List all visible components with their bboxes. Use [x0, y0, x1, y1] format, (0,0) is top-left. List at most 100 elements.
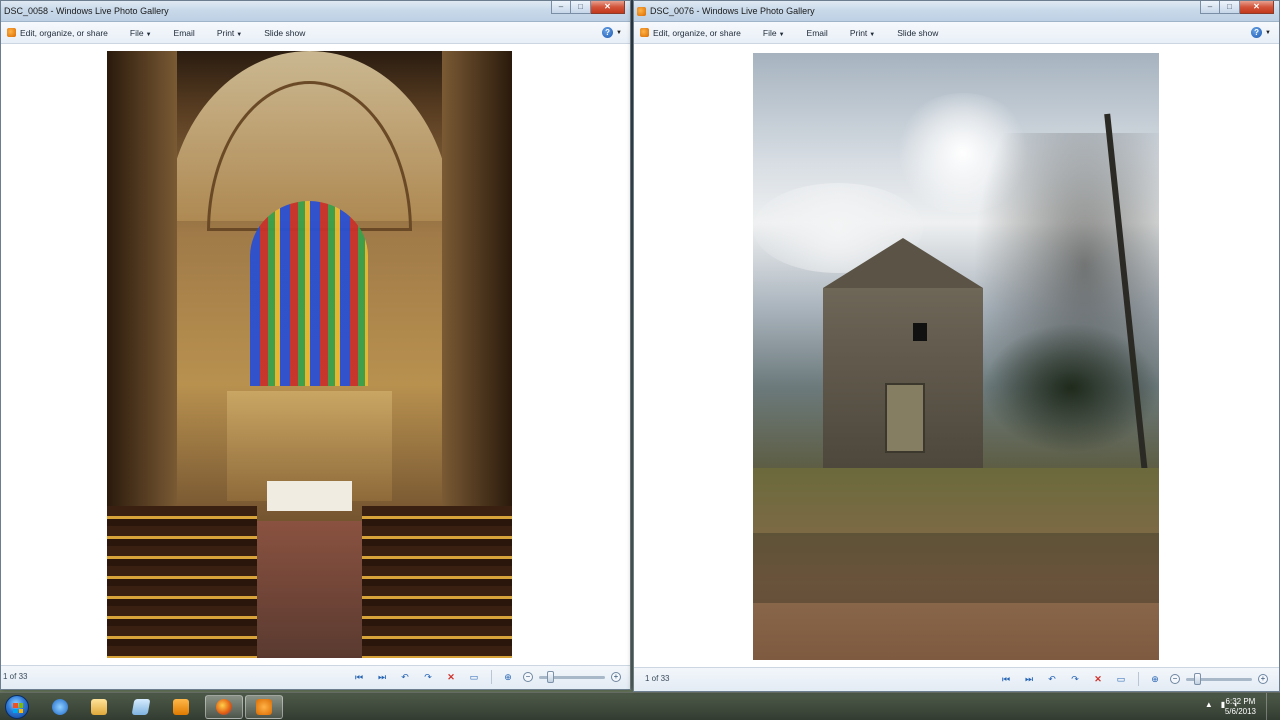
menu-file-label: File — [762, 27, 777, 38]
page-count: 1 of 33 — [3, 672, 28, 681]
command-bar: Edit, organize, or share File ▼ Email Pri… — [634, 22, 1279, 44]
menu-file-label: File — [129, 27, 144, 38]
rotate-left-button[interactable]: ↶ — [1044, 672, 1060, 686]
windows-explorer-icon — [91, 699, 107, 715]
taskbar: ▲ ▮ ◖ 6:32 PM 5/6/2013 — [0, 692, 1280, 720]
photo-gallery-window-1[interactable]: DSC_0058 - Windows Live Photo Gallery – … — [0, 0, 631, 690]
photo-gallery-window-2[interactable]: DSC_0076 - Windows Live Photo Gallery – … — [633, 0, 1280, 692]
maximize-button[interactable]: □ — [1220, 1, 1240, 14]
taskbar-notepad[interactable] — [122, 695, 160, 719]
command-bar: Edit, organize, or share File ▼ Email Pri… — [1, 22, 630, 44]
zoom-out-button[interactable]: − — [523, 672, 533, 682]
previous-button[interactable]: ⏮ — [351, 670, 367, 684]
taskbar-firefox[interactable] — [205, 695, 243, 719]
next-button[interactable]: ⏭ — [1021, 672, 1037, 686]
clock[interactable]: 6:32 PM 5/6/2013 — [1225, 697, 1256, 717]
minimize-button[interactable]: – — [1200, 1, 1220, 14]
chevron-down-icon: ▼ — [778, 31, 785, 38]
actual-size-button[interactable]: ⊕ — [500, 670, 516, 684]
fit-icon: ⊕ — [1151, 673, 1159, 684]
menu-print-label: Print — [849, 27, 868, 38]
menu-print-label: Print — [216, 27, 235, 38]
actual-size-button[interactable]: ⊕ — [1147, 672, 1163, 686]
taskbar-internet-explorer[interactable] — [41, 695, 79, 719]
delete-icon: ✕ — [1094, 673, 1102, 684]
close-button[interactable]: ✕ — [591, 1, 625, 14]
zoom-slider[interactable] — [1186, 672, 1252, 685]
photo-viewer — [634, 44, 1279, 667]
title-bar[interactable]: DSC_0076 - Windows Live Photo Gallery – … — [634, 1, 1279, 22]
title-bar[interactable]: DSC_0058 - Windows Live Photo Gallery – … — [1, 1, 630, 22]
rotate-left-icon: ↶ — [401, 671, 409, 682]
close-button[interactable]: ✕ — [1240, 1, 1274, 14]
slideshow-button[interactable]: ▭ — [466, 670, 482, 684]
photo-gallery-icon — [7, 28, 16, 37]
chevron-down-icon: ▼ — [1265, 29, 1271, 36]
taskbar-photo-gallery[interactable] — [245, 695, 283, 719]
navigation-bar: 1 of 33 ⏮ ⏭ ↶ ↷ ✕ ▭ ⊕ − + — [1, 665, 630, 689]
next-icon: ⏭ — [1024, 673, 1034, 684]
zoom-slider[interactable] — [539, 670, 605, 683]
zoom-slider-thumb[interactable] — [547, 670, 554, 683]
media-player-icon — [173, 699, 189, 715]
window-title: DSC_0058 - Windows Live Photo Gallery — [4, 6, 169, 16]
notepad-icon — [131, 699, 151, 715]
chevron-down-icon: ▼ — [616, 29, 622, 36]
help-icon: ? — [602, 27, 614, 38]
zoom-in-button[interactable]: + — [1258, 674, 1268, 684]
menu-file[interactable]: File ▼ — [763, 28, 785, 38]
internet-explorer-icon — [52, 699, 68, 715]
photo-abandoned-barn — [753, 53, 1159, 660]
chevron-down-icon: ▼ — [236, 31, 243, 38]
divider — [491, 670, 492, 684]
menu-slide-show[interactable]: Slide show — [264, 28, 305, 38]
maximize-button[interactable]: □ — [571, 1, 591, 14]
window-title: DSC_0076 - Windows Live Photo Gallery — [650, 6, 815, 16]
menu-print[interactable]: Print ▼ — [850, 28, 875, 38]
photo-gallery-icon — [637, 7, 646, 16]
menu-slide-show[interactable]: Slide show — [897, 28, 938, 38]
start-button[interactable] — [5, 695, 29, 719]
delete-icon: ✕ — [447, 671, 455, 682]
taskbar-media-player[interactable] — [162, 695, 200, 719]
previous-icon: ⏮ — [354, 671, 364, 682]
help-button[interactable]: ? ▼ — [602, 27, 622, 38]
photo-gallery-icon — [256, 699, 272, 715]
menu-edit-organize-share[interactable]: Edit, organize, or share — [20, 28, 108, 38]
menu-edit-organize-share[interactable]: Edit, organize, or share — [653, 28, 741, 38]
delete-button[interactable]: ✕ — [1090, 672, 1106, 686]
windows-logo-icon — [13, 703, 23, 713]
menu-print[interactable]: Print ▼ — [217, 28, 242, 38]
monitor-icon: ▭ — [469, 671, 479, 682]
menu-email[interactable]: Email — [174, 28, 195, 38]
rotate-left-button[interactable]: ↶ — [397, 670, 413, 684]
previous-button[interactable]: ⏮ — [998, 672, 1014, 686]
show-hidden-icons-button[interactable]: ▲ — [1205, 700, 1213, 709]
menu-email[interactable]: Email — [807, 28, 828, 38]
taskbar-windows-explorer[interactable] — [80, 695, 118, 719]
photo-gallery-icon — [640, 28, 649, 37]
firefox-icon — [216, 699, 232, 715]
rotate-right-icon: ↷ — [1071, 673, 1079, 684]
clock-time: 6:32 PM — [1225, 697, 1256, 706]
rotate-left-icon: ↶ — [1048, 673, 1056, 684]
monitor-icon: ▭ — [1116, 673, 1126, 684]
zoom-in-button[interactable]: + — [611, 672, 621, 682]
rotate-right-button[interactable]: ↷ — [1067, 672, 1083, 686]
page-count: 1 of 33 — [645, 674, 670, 683]
chevron-down-icon: ▼ — [869, 31, 876, 38]
previous-icon: ⏮ — [1001, 673, 1011, 684]
delete-button[interactable]: ✕ — [443, 670, 459, 684]
clock-date: 5/6/2013 — [1224, 707, 1256, 716]
rotate-right-icon: ↷ — [424, 671, 432, 682]
help-button[interactable]: ? ▼ — [1251, 27, 1271, 38]
zoom-slider-thumb[interactable] — [1194, 672, 1201, 685]
next-button[interactable]: ⏭ — [374, 670, 390, 684]
minimize-button[interactable]: – — [551, 1, 571, 14]
show-desktop-button[interactable] — [1266, 693, 1280, 720]
zoom-out-button[interactable]: − — [1170, 674, 1180, 684]
photo-cathedral-interior — [107, 51, 512, 658]
rotate-right-button[interactable]: ↷ — [420, 670, 436, 684]
slideshow-button[interactable]: ▭ — [1113, 672, 1129, 686]
menu-file[interactable]: File ▼ — [130, 28, 152, 38]
